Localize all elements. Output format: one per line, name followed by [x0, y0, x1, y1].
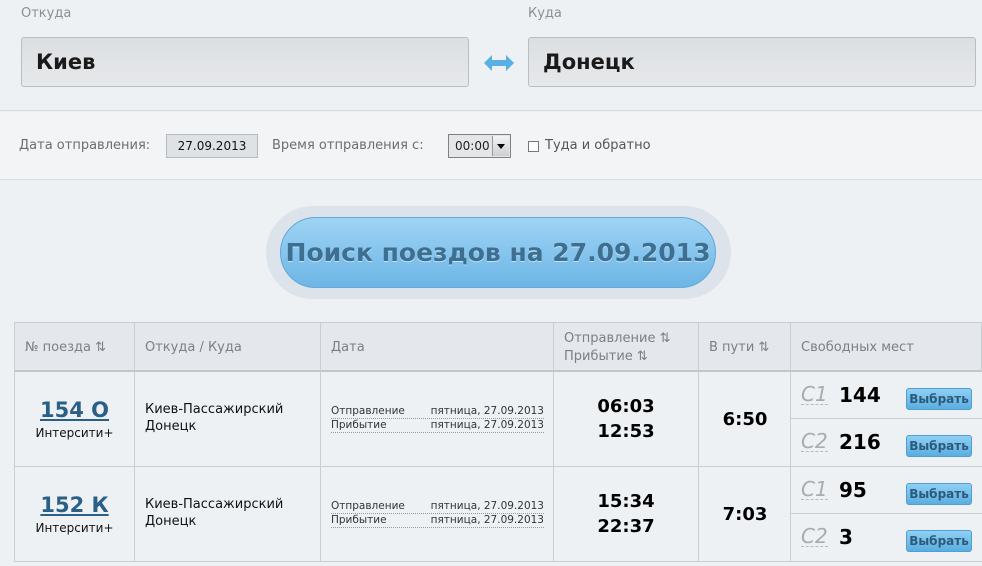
- to-label: Куда: [528, 6, 562, 21]
- seat-count: 144: [839, 383, 881, 407]
- to-station: Донецк: [145, 419, 197, 434]
- select-button[interactable]: Выбрать: [906, 483, 972, 505]
- header-duration[interactable]: В пути ⇅: [699, 323, 791, 371]
- table-header: № поезда ⇅ Откуда / Куда Дата Отправлени…: [14, 322, 982, 372]
- from-station: Киев-Пассажирский: [145, 402, 284, 417]
- time-label: Время отправления с:: [272, 138, 424, 153]
- route-section: Откуда Киев Куда Донецк: [0, 0, 982, 111]
- seat-class-row: С2 216 Выбрать: [791, 419, 982, 466]
- select-button[interactable]: Выбрать: [906, 435, 972, 457]
- departure-time: 06:03: [597, 396, 655, 417]
- dropdown-arrow-icon[interactable]: [492, 136, 509, 156]
- seat-class-row: С2 3 Выбрать: [791, 514, 982, 561]
- from-input[interactable]: Киев: [21, 37, 469, 87]
- seat-count: 216: [839, 430, 881, 454]
- seats-cell: С1 95 Выбрать С2 3 Выбрать: [791, 467, 982, 561]
- seat-class-row: С1 144 Выбрать: [791, 372, 982, 419]
- travel-duration: 6:50: [722, 409, 768, 430]
- table-row: 152 К Интерсити+ Киев-Пассажирский Донец…: [14, 467, 982, 562]
- table-row: 154 О Интерсити+ Киев-Пассажирский Донец…: [14, 372, 982, 467]
- select-button[interactable]: Выбрать: [906, 388, 972, 410]
- train-cell: 154 О Интерсити+: [15, 372, 135, 466]
- seat-count: 3: [839, 525, 853, 549]
- route-cell: Киев-Пассажирский Донецк: [135, 467, 321, 561]
- to-input[interactable]: Донецк: [528, 37, 976, 87]
- train-category: Интерсити+: [35, 521, 114, 535]
- arrival-time: 22:37: [597, 516, 655, 537]
- header-seats: Свободных мест: [801, 340, 914, 355]
- route-cell: Киев-Пассажирский Донецк: [135, 372, 321, 466]
- seat-class: С1: [801, 477, 828, 501]
- roundtrip-label[interactable]: Туда и обратно: [545, 138, 651, 153]
- header-arrive[interactable]: Прибытие ⇅: [564, 349, 648, 364]
- arrival-date-line: Прибытие пятница, 27.09.2013: [331, 419, 544, 433]
- arrival-time: 12:53: [597, 421, 655, 442]
- train-category: Интерсити+: [35, 426, 114, 440]
- roundtrip-checkbox[interactable]: [528, 141, 539, 152]
- departure-time: 15:34: [597, 491, 655, 512]
- select-button[interactable]: Выбрать: [906, 530, 972, 552]
- duration-cell: 7:03: [699, 467, 791, 561]
- times-cell: 06:03 12:53: [554, 372, 699, 466]
- time-select[interactable]: 00:00: [448, 134, 511, 158]
- date-cell: Отправление пятница, 27.09.2013 Прибытие…: [321, 467, 554, 561]
- train-cell: 152 К Интерсити+: [15, 467, 135, 561]
- seat-class: С2: [801, 524, 828, 548]
- times-cell: 15:34 22:37: [554, 467, 699, 561]
- arrival-date-line: Прибытие пятница, 27.09.2013: [331, 514, 544, 528]
- date-label: Дата отправления:: [19, 138, 151, 153]
- seats-cell: С1 144 Выбрать С2 216 Выбрать: [791, 372, 982, 466]
- to-station: Донецк: [145, 514, 197, 529]
- header-depart[interactable]: Отправление ⇅: [564, 331, 670, 346]
- duration-cell: 6:50: [699, 372, 791, 466]
- travel-duration: 7:03: [722, 504, 768, 525]
- time-value: 00:00: [455, 139, 490, 153]
- search-trains-button[interactable]: Поиск поездов на 27.09.2013: [280, 217, 716, 288]
- seat-class-row: С1 95 Выбрать: [791, 467, 982, 514]
- date-field[interactable]: 27.09.2013: [166, 134, 258, 158]
- header-route: Откуда / Куда: [135, 323, 321, 371]
- departure-date-line: Отправление пятница, 27.09.2013: [331, 500, 544, 514]
- seat-class: С1: [801, 382, 828, 406]
- date-cell: Отправление пятница, 27.09.2013 Прибытие…: [321, 372, 554, 466]
- header-train[interactable]: № поезда ⇅: [15, 323, 135, 371]
- header-date: Дата: [321, 323, 554, 371]
- seat-count: 95: [839, 478, 867, 502]
- swap-arrows-icon[interactable]: [482, 52, 516, 74]
- from-station: Киев-Пассажирский: [145, 497, 284, 512]
- train-number-link[interactable]: 154 О: [15, 398, 134, 422]
- from-label: Откуда: [21, 6, 72, 21]
- departure-date-line: Отправление пятница, 27.09.2013: [331, 405, 544, 419]
- header-times[interactable]: Отправление ⇅ Прибытие ⇅: [554, 323, 699, 371]
- seat-class: С2: [801, 429, 828, 453]
- train-number-link[interactable]: 152 К: [15, 493, 134, 517]
